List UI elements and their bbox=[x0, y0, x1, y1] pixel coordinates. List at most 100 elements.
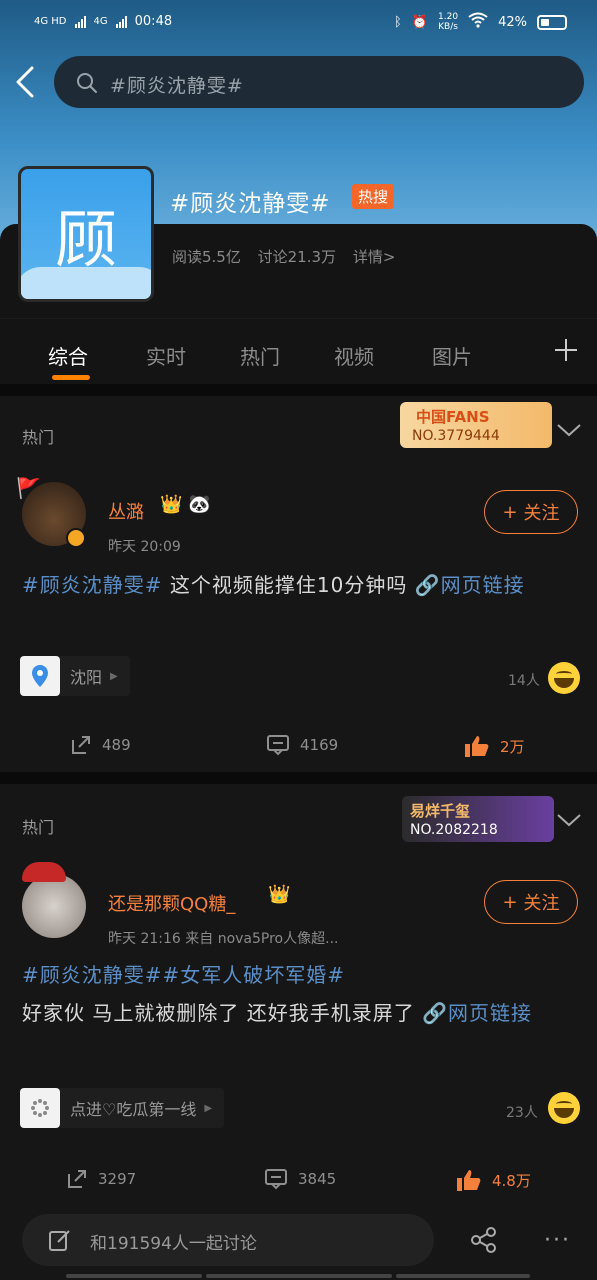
alarm-icon: ⏰ bbox=[411, 14, 429, 30]
topic-avatar-char: 顾 bbox=[54, 203, 117, 276]
clock: 00:48 bbox=[134, 14, 173, 29]
crown-icon: 👑 bbox=[268, 884, 291, 905]
thumbs-up-icon bbox=[457, 1170, 481, 1191]
follow-label: 关注 bbox=[523, 893, 560, 914]
smile-emoji-icon bbox=[548, 1092, 580, 1124]
user-name[interactable]: 丛潞 bbox=[108, 498, 144, 524]
repost-count: 3297 bbox=[98, 1170, 137, 1188]
plus-icon: + bbox=[502, 891, 518, 913]
topic-title: #顾炎沈静雯# bbox=[170, 191, 331, 217]
comment-count: 3845 bbox=[298, 1170, 337, 1188]
section-label: 热门 bbox=[22, 428, 55, 447]
user-name[interactable]: 还是那颗QQ糖_ bbox=[108, 890, 235, 916]
follow-button[interactable]: + 关注 bbox=[484, 490, 578, 534]
avatar[interactable] bbox=[22, 874, 86, 938]
details-link[interactable]: 详情> bbox=[353, 248, 396, 266]
tab-images[interactable]: 图片 bbox=[432, 341, 472, 370]
topic-avatar: 顾 bbox=[18, 166, 154, 302]
fan-badge-title: 中国FANS bbox=[416, 408, 490, 426]
bluetooth-icon: ᛒ bbox=[394, 14, 402, 30]
nav-indicator bbox=[206, 1274, 392, 1278]
topic-tag[interactable]: #顾炎沈静雯# bbox=[22, 573, 163, 597]
search-icon bbox=[77, 73, 97, 93]
chevron-right-icon: ▶ bbox=[110, 670, 118, 682]
post-content: #顾炎沈静雯# 这个视频能撑住10分钟吗 🔗网页链接 bbox=[22, 566, 572, 604]
network-label-2: 4G bbox=[93, 16, 108, 27]
post-time: 昨天 20:09 bbox=[108, 539, 181, 555]
follow-button[interactable]: + 关注 bbox=[484, 880, 578, 924]
tab-hot[interactable]: 热门 bbox=[240, 341, 280, 370]
web-link[interactable]: 网页链接 bbox=[441, 573, 525, 597]
follow-label: 关注 bbox=[523, 503, 560, 524]
share-network-icon[interactable] bbox=[470, 1226, 498, 1254]
fan-badge-title: 易烊千玺 bbox=[410, 802, 471, 820]
add-tab-icon[interactable] bbox=[552, 336, 580, 364]
comment-button[interactable]: 3845 bbox=[264, 1168, 336, 1190]
battery-percent: 42% bbox=[498, 14, 527, 30]
active-tab-indicator bbox=[52, 375, 90, 380]
chevron-down-icon[interactable] bbox=[556, 422, 582, 438]
people-count: 23人 bbox=[506, 1105, 538, 1121]
back-button[interactable] bbox=[12, 64, 42, 100]
fan-badge-number: NO.3779444 bbox=[412, 428, 500, 444]
repost-button[interactable]: 3297 bbox=[66, 1168, 136, 1190]
battery-icon bbox=[537, 14, 567, 30]
topic-chip[interactable]: 点进♡吃瓜第一线 ▶ bbox=[20, 1088, 225, 1128]
discussion-input[interactable]: 和191594人一起讨论 bbox=[22, 1214, 434, 1266]
speed-value: 1.20 bbox=[438, 12, 459, 22]
status-bar: 4G HD 4G 00:48 ᛒ ⏰ 1.20 KB/s 42% bbox=[0, 0, 597, 46]
thumbs-up-icon bbox=[465, 736, 489, 757]
post-text: 好家伙 马上就被删除了 还好我手机录屏了 bbox=[22, 1001, 423, 1025]
post-content: #顾炎沈静雯##女军人破坏军婚# 好家伙 马上就被删除了 还好我手机录屏了 🔗网… bbox=[22, 956, 572, 1032]
repost-count: 489 bbox=[102, 736, 131, 754]
read-count: 阅读5.5亿 bbox=[172, 248, 241, 266]
tab-realtime[interactable]: 实时 bbox=[146, 341, 186, 370]
topic-tag[interactable]: #顾炎沈静雯##女军人破坏军婚# bbox=[22, 963, 345, 987]
chevron-down-icon[interactable] bbox=[556, 812, 582, 828]
nav-indicator bbox=[396, 1274, 530, 1278]
verified-icon bbox=[66, 528, 86, 548]
edit-icon bbox=[49, 1230, 70, 1251]
signal-icon-2 bbox=[115, 15, 127, 28]
comment-button[interactable]: 4169 bbox=[266, 734, 338, 756]
hot-search-badge: 热搜 bbox=[352, 184, 395, 209]
network-speed: 1.20 KB/s bbox=[438, 12, 458, 32]
share-icon bbox=[72, 736, 90, 754]
plus-icon: + bbox=[502, 501, 518, 523]
like-count: 4.8万 bbox=[492, 1171, 531, 1190]
fan-badge-number: NO.2082218 bbox=[410, 822, 498, 838]
link-icon: 🔗 bbox=[422, 1001, 448, 1025]
location-chip[interactable]: 沈阳 ▶ bbox=[20, 656, 130, 696]
comment-count: 4169 bbox=[300, 736, 339, 754]
web-link[interactable]: 网页链接 bbox=[448, 1001, 532, 1025]
panda-icon: 🐼 bbox=[188, 494, 211, 515]
repost-button[interactable]: 489 bbox=[70, 734, 131, 756]
nav-indicator bbox=[66, 1274, 202, 1278]
like-count: 2万 bbox=[500, 737, 525, 756]
like-button[interactable]: 2万 bbox=[464, 734, 525, 758]
network-label-1: 4G HD bbox=[34, 16, 67, 27]
tab-video[interactable]: 视频 bbox=[334, 341, 374, 370]
post-card: 热门 易烊千玺 NO.2082218 还是那颗QQ糖_ 👑 昨天 21:16 来… bbox=[0, 784, 597, 1204]
smile-emoji-icon bbox=[548, 662, 580, 694]
link-icon: 🔗 bbox=[414, 573, 441, 597]
flag-icon: 🚩 bbox=[16, 476, 41, 500]
crown-icon: 👑 bbox=[160, 494, 183, 515]
people-count: 14人 bbox=[508, 673, 540, 689]
more-options-icon[interactable]: ··· bbox=[544, 1228, 571, 1253]
divider bbox=[0, 772, 597, 784]
comment-icon bbox=[267, 735, 289, 756]
bottom-bar: 和191594人一起讨论 ··· bbox=[0, 1204, 597, 1280]
like-button[interactable]: 4.8万 bbox=[456, 1168, 531, 1192]
wifi-icon bbox=[468, 12, 488, 32]
comment-icon bbox=[265, 1169, 287, 1190]
search-bar[interactable]: #顾炎沈静雯# bbox=[54, 56, 584, 108]
post-card: 热门 中国FANS NO.3779444 🚩 丛潞 👑 🐼 昨天 20:09 +… bbox=[0, 396, 597, 772]
discussion-placeholder: 和191594人一起讨论 bbox=[90, 1234, 257, 1254]
section-label: 热门 bbox=[22, 818, 55, 837]
speed-unit: KB/s bbox=[438, 22, 458, 32]
tab-comprehensive[interactable]: 综合 bbox=[48, 341, 88, 370]
topic-stats: 阅读5.5亿 讨论21.3万 详情> bbox=[172, 246, 407, 267]
divider bbox=[0, 384, 597, 396]
santa-hat-icon bbox=[22, 862, 66, 882]
